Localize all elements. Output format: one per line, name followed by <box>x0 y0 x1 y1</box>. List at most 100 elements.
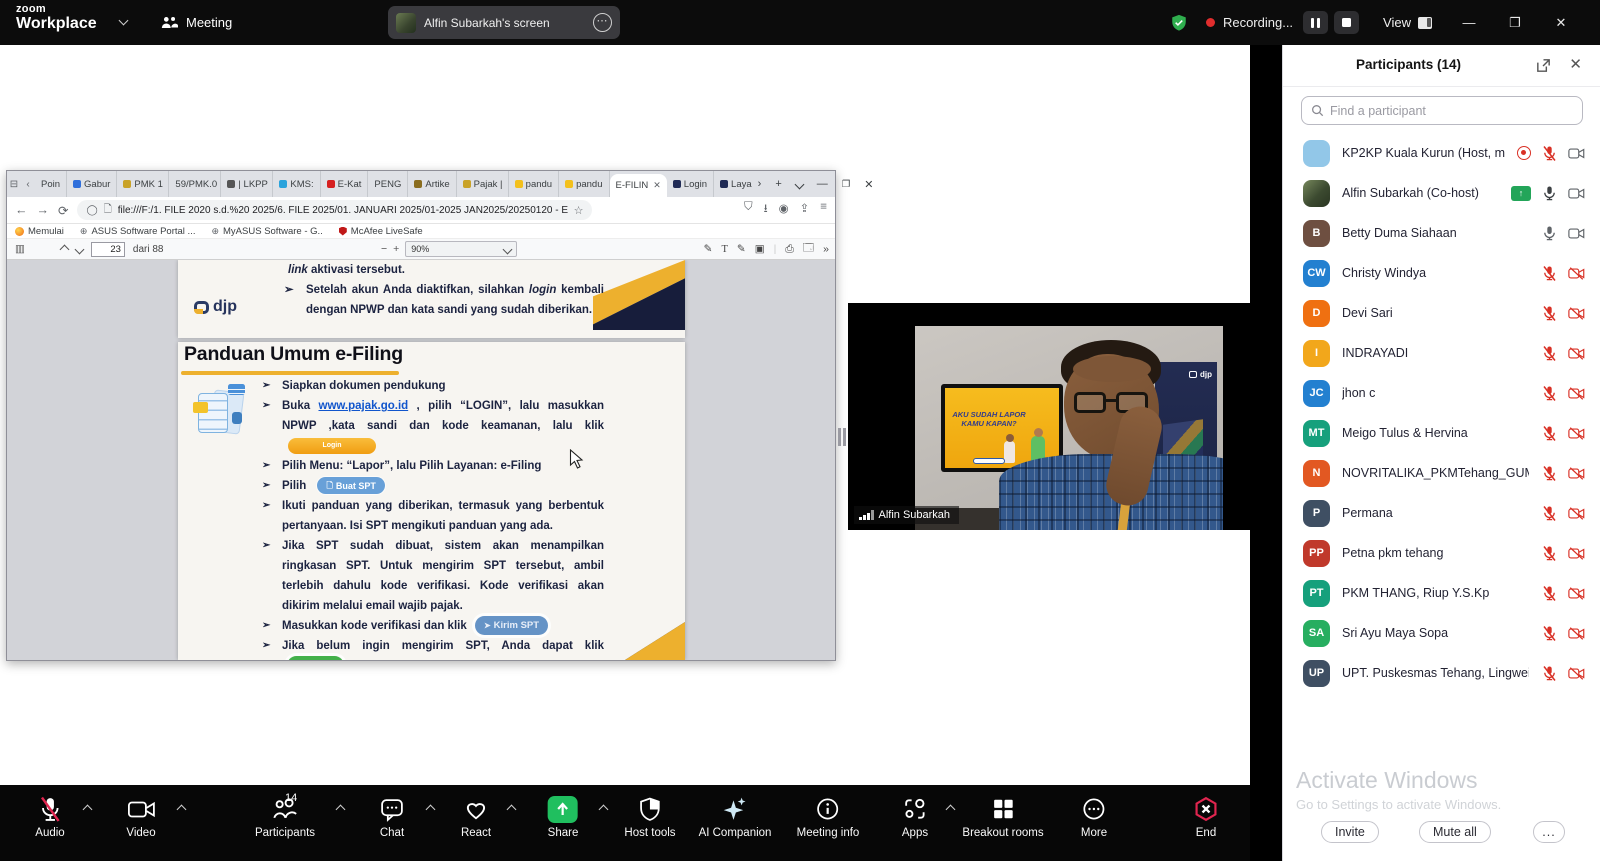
video-options-chevron[interactable] <box>177 805 187 815</box>
chevron-down-icon[interactable] <box>119 16 129 26</box>
mic-muted-icon[interactable] <box>1541 545 1558 562</box>
camera-off-icon[interactable] <box>1568 545 1585 562</box>
apps-button[interactable]: Apps <box>902 794 928 839</box>
participant-row[interactable]: JC jhon c <box>1283 373 1600 413</box>
highlight-icon[interactable]: ✎ <box>704 243 713 255</box>
apps-options-chevron[interactable] <box>946 805 956 815</box>
breakout-rooms-button[interactable]: Breakout rooms <box>962 794 1043 839</box>
profile-icon[interactable]: ◉ <box>779 201 789 220</box>
mic-muted-icon[interactable] <box>1541 385 1558 402</box>
camera-off-icon[interactable] <box>1568 505 1585 522</box>
end-button[interactable]: End <box>1193 794 1219 839</box>
bookmark-item[interactable]: ⊕ASUS Software Portal ... <box>80 226 196 237</box>
security-shield-icon[interactable] <box>1170 14 1188 32</box>
stop-recording-button[interactable] <box>1334 11 1359 34</box>
mic-muted-icon[interactable] <box>1541 345 1558 362</box>
new-tab-icon[interactable]: + <box>775 178 781 190</box>
more-tools-icon[interactable]: » <box>823 243 829 255</box>
browser-tab[interactable]: PMK 1 <box>117 171 169 197</box>
browser-tab[interactable]: PENG <box>368 171 408 197</box>
scroll-tabs-right-icon[interactable]: › <box>758 178 762 190</box>
meeting-info-button[interactable]: Meeting info <box>797 794 860 839</box>
camera-off-icon[interactable] <box>1568 345 1585 362</box>
mic-muted-icon[interactable] <box>1541 425 1558 442</box>
minimize-button[interactable]: — <box>1446 15 1492 30</box>
forward-icon[interactable]: → <box>37 203 50 217</box>
sidebar-toggle-icon[interactable]: ▥ <box>15 243 25 255</box>
zoom-level-select[interactable]: 90% <box>405 241 517 257</box>
host-tools-button[interactable]: Host tools <box>624 794 675 839</box>
tab-search-icon[interactable] <box>794 179 804 189</box>
participant-row[interactable]: Alfin Subarkah (Co-host) ↑ <box>1283 173 1600 213</box>
mic-muted-icon[interactable] <box>1541 505 1558 522</box>
mic-muted-icon[interactable] <box>1541 145 1558 162</box>
panel-resize-handle[interactable] <box>838 428 846 446</box>
draw-icon[interactable]: ✎ <box>737 243 746 255</box>
panel-more-button[interactable]: ... <box>1533 821 1565 843</box>
camera-off-icon[interactable] <box>1568 425 1585 442</box>
participants-button[interactable]: 14 Participants <box>255 794 315 839</box>
participant-row[interactable]: CW Christy Windya <box>1283 253 1600 293</box>
browser-tab[interactable]: pandu <box>559 171 609 197</box>
mic-muted-icon[interactable] <box>1541 625 1558 642</box>
browser-tab[interactable]: pandu <box>509 171 559 197</box>
chat-button[interactable]: Chat <box>380 794 405 839</box>
close-panel-icon[interactable]: ✕ <box>1569 55 1582 73</box>
ellipsis-icon[interactable]: ⋯ <box>593 13 612 32</box>
back-icon[interactable]: ← <box>15 203 28 217</box>
site-info-icon[interactable]: ◯ <box>86 205 97 216</box>
browser-minimize-button[interactable]: — <box>817 178 828 190</box>
participant-row[interactable]: UP UPT. Puskesmas Tehang, Lingwei... <box>1283 653 1600 693</box>
browser-tab[interactable]: | LKPP <box>221 171 273 197</box>
browser-restore-button[interactable]: ❐ <box>842 179 851 190</box>
print-icon[interactable]: ⎙ <box>785 243 793 256</box>
mic-muted-icon[interactable] <box>1541 265 1558 282</box>
browser-menu-icon[interactable]: ≡ <box>820 201 827 220</box>
previous-page-icon[interactable] <box>59 244 69 254</box>
participant-row[interactable]: PT PKM THANG, Riup Y.S.Kp <box>1283 573 1600 613</box>
share-page-icon[interactable]: ⇪ <box>800 201 810 220</box>
participant-row[interactable]: KP2KP Kuala Kurun (Host, me) <box>1283 133 1600 173</box>
participant-row[interactable]: I INDRAYADI <box>1283 333 1600 373</box>
browser-tab[interactable]: E-Kat <box>321 171 369 197</box>
browser-tab[interactable]: Laya <box>714 171 758 197</box>
browser-close-button[interactable]: ✕ <box>864 178 873 191</box>
participants-options-chevron[interactable] <box>336 805 346 815</box>
bookmark-item[interactable]: McAfee LiveSafe <box>339 226 423 237</box>
scroll-tabs-left-icon[interactable]: ‹ <box>21 179 35 190</box>
camera-off-icon[interactable] <box>1568 305 1585 322</box>
browser-tab[interactable]: Gabur <box>67 171 117 197</box>
video-button[interactable]: Video <box>126 794 155 839</box>
extensions-shield-icon[interactable]: ⛉ <box>744 201 753 220</box>
image-tool-icon[interactable]: ▣ <box>755 243 765 255</box>
zoom-in-icon[interactable]: + <box>393 243 399 255</box>
browser-tab-active[interactable]: E-FILIN✕ <box>610 174 667 197</box>
participant-search[interactable] <box>1301 96 1583 125</box>
address-bar[interactable]: ◯ 🗋 file:///F:/1. FILE 2020 s.d.%20 2025… <box>77 200 592 220</box>
share-button[interactable]: Share <box>548 794 579 839</box>
search-input[interactable] <box>1330 104 1573 118</box>
view-button[interactable]: View <box>1383 15 1432 30</box>
tab-groups-icon[interactable]: ⊟ <box>7 179 21 190</box>
video-tile-alfin[interactable]: AKU SUDAH LAPORKAMU KAPAN? djp Alfin Sub… <box>848 303 1250 530</box>
pop-out-icon[interactable] <box>1535 57 1552 74</box>
download-icon[interactable]: ⭳ <box>764 201 768 220</box>
ai-companion-button[interactable]: AI Companion <box>699 794 772 839</box>
zoom-out-icon[interactable]: − <box>381 243 387 255</box>
bookmark-star-icon[interactable]: ☆ <box>574 204 584 217</box>
participant-row[interactable]: D Devi Sari <box>1283 293 1600 333</box>
audio-options-chevron[interactable] <box>83 805 93 815</box>
browser-tab[interactable]: Artike <box>408 171 456 197</box>
more-button[interactable]: More <box>1081 794 1107 839</box>
camera-icon[interactable] <box>1568 145 1585 162</box>
react-button[interactable]: React <box>461 794 491 839</box>
browser-tab[interactable]: KMS: <box>273 171 320 197</box>
camera-off-icon[interactable] <box>1568 465 1585 482</box>
close-tab-icon[interactable]: ✕ <box>653 180 661 191</box>
bookmark-item[interactable]: Memulai <box>15 226 64 237</box>
browser-tab[interactable]: 59/PMK.0 <box>169 171 221 197</box>
camera-off-icon[interactable] <box>1568 265 1585 282</box>
save-icon[interactable]: 🗔 <box>803 240 814 258</box>
browser-tab[interactable]: Poin <box>35 171 67 197</box>
chat-options-chevron[interactable] <box>426 805 436 815</box>
